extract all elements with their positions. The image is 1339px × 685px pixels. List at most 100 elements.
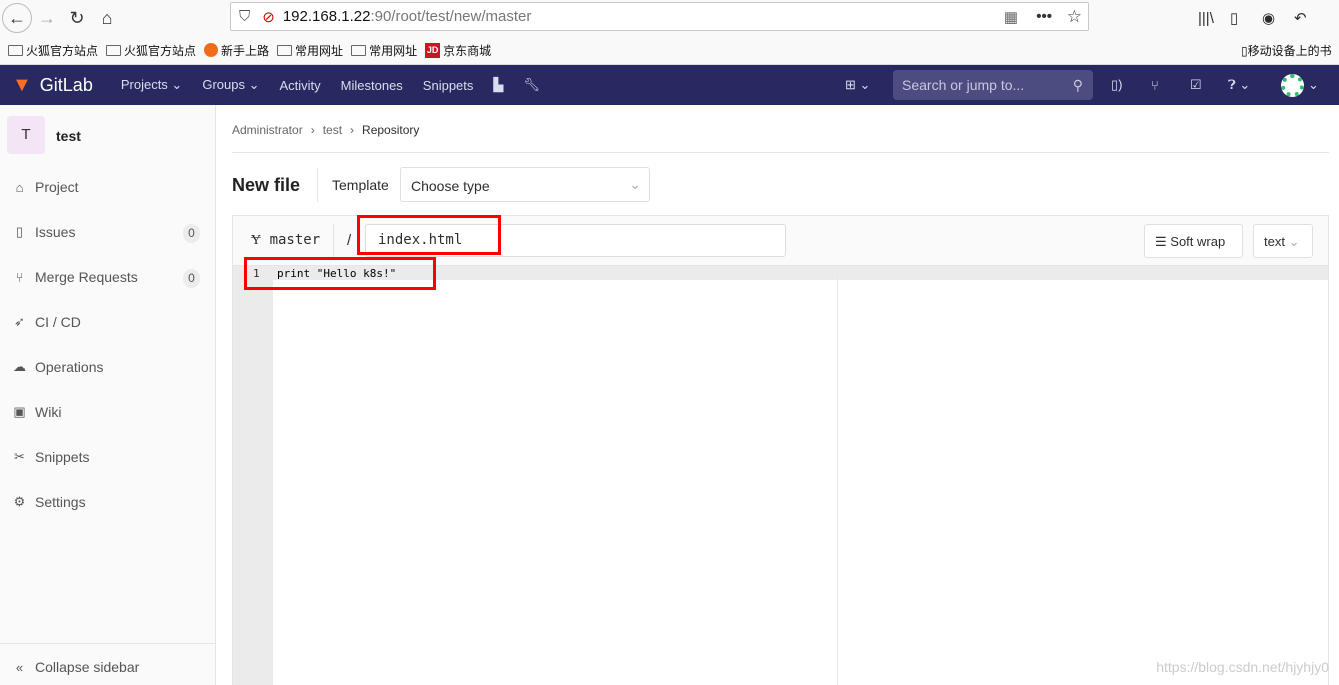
bookmark[interactable]: 新手上路 <box>204 42 269 59</box>
nav-groups[interactable]: Groups ⌄ <box>202 77 259 93</box>
sidebar-item-label: Snippets <box>35 449 90 465</box>
undo-icon[interactable]: ↶ <box>1294 9 1307 27</box>
wrench-icon[interactable]: 🔧︎ <box>523 77 540 93</box>
bookmark-label: 京东商城 <box>443 43 492 58</box>
template-dropdown[interactable]: Choose type ⌄ <box>400 167 650 202</box>
mobile-bookmarks-label: 移动设备上的书 <box>1247 43 1332 58</box>
issues-icon: ▯ <box>15 224 24 239</box>
shield-icon: ⛉ <box>239 8 251 25</box>
insecure-lock-icon: ⊘ <box>262 8 275 26</box>
star-icon[interactable]: ☆ <box>1067 7 1082 27</box>
jd-icon: JD <box>425 42 441 58</box>
home-button[interactable]: ⌂ <box>92 3 122 33</box>
home-icon: ⌂ <box>15 179 24 195</box>
sidebar-item-label: Issues <box>35 224 76 240</box>
sidebar-item-merge-requests[interactable]: ⑂ Merge Requests <box>12 269 138 285</box>
search-input[interactable]: Search or jump to... ⚲ <box>893 70 1093 100</box>
search-icon: ⚲ <box>1072 77 1083 93</box>
bookmark[interactable]: 火狐官方站点 <box>8 42 98 59</box>
scissors-icon: ✂ <box>14 449 25 464</box>
bookmark-label: 火狐官方站点 <box>26 43 99 58</box>
nav-activity[interactable]: Activity <box>279 78 320 93</box>
sidebar-item-label: Settings <box>35 494 86 510</box>
merge-request-icon[interactable]: ⑂ <box>1151 78 1159 93</box>
breadcrumb: Administrator › test › Repository <box>232 123 420 137</box>
reload-button[interactable]: ↻ <box>62 3 92 33</box>
bookmark-label: 常用网址 <box>295 43 344 58</box>
sidebar-item-operations[interactable]: ☁ Operations <box>12 359 103 375</box>
template-label: Template <box>332 177 389 193</box>
nav-snippets[interactable]: Snippets <box>423 78 474 93</box>
firefox-icon <box>204 43 219 57</box>
merge-requests-count-badge: 0 <box>183 269 200 288</box>
sidebar: T test ⌂ Project ▯ Issues 0 ⑂ Merge Request… <box>0 105 216 685</box>
sidebar-item-settings[interactable]: ⚙ Settings <box>12 494 86 510</box>
url-bar[interactable]: ⛉ ⊘ 192.168.1.22:90/root/test/new/master… <box>230 2 1089 31</box>
browser-toolbar: ← → ↻ ⌂ ⛉ ⊘ 192.168.1.22:90/root/test/ne… <box>0 0 1339 36</box>
new-dropdown[interactable]: ⊞ ⌄ <box>845 77 870 93</box>
sidebar-item-label: Operations <box>35 359 104 375</box>
bookmark[interactable]: 常用网址 <box>351 42 417 59</box>
soft-wrap-label: Soft wrap <box>1170 234 1226 249</box>
gear-icon: ⚙ <box>13 494 26 509</box>
highlight-box-code <box>244 257 436 290</box>
breadcrumb-item[interactable]: Administrator <box>232 123 303 137</box>
folder-icon <box>277 44 293 56</box>
back-button[interactable]: ← <box>2 3 32 33</box>
more-icon[interactable]: ••• <box>1036 8 1052 25</box>
qr-code-icon[interactable]: ▦ <box>1004 8 1018 26</box>
collapse-sidebar-button[interactable]: « Collapse sidebar <box>12 659 139 675</box>
mode-value: text <box>1264 234 1285 249</box>
chevron-down-icon: ⌄ <box>1288 234 1300 249</box>
sidebar-item-snippets[interactable]: ✂ Snippets <box>12 449 89 465</box>
nav-milestones[interactable]: Milestones <box>341 78 403 93</box>
watermark: https://blog.csdn.net/hjyhjy0 <box>1156 659 1329 675</box>
breadcrumb-item[interactable]: Repository <box>362 123 419 137</box>
account-icon[interactable]: ◉ <box>1262 9 1275 27</box>
sidebar-item-label: CI / CD <box>35 314 81 330</box>
bookmarks-bar: 火狐官方站点 火狐官方站点 新手上路 常用网址 常用网址 JD 京东商城 ▯移动设… <box>0 36 1339 65</box>
chevron-down-icon[interactable]: ⌄ <box>1308 77 1319 93</box>
sidebar-item-issues[interactable]: ▯ Issues <box>12 224 76 240</box>
todo-icon[interactable]: ☑ <box>1190 77 1202 93</box>
forward-button[interactable]: → <box>32 3 62 33</box>
brand[interactable]: GitLab <box>40 75 93 96</box>
gitlab-logo-icon[interactable]: ▼ <box>12 74 32 97</box>
url-path: :90/root/test/new/master <box>370 8 532 25</box>
bookmark[interactable]: 常用网址 <box>277 42 343 59</box>
sidebar-icon[interactable]: ▯ <box>1230 9 1238 27</box>
mode-dropdown[interactable]: text ⌄ <box>1253 224 1313 258</box>
bookmark-label: 常用网址 <box>369 43 418 58</box>
nav-projects[interactable]: Projects ⌄ <box>121 77 182 93</box>
folder-icon <box>8 44 23 56</box>
nav-label: Groups <box>202 77 245 92</box>
sidebar-item-label: Wiki <box>35 404 62 420</box>
collapse-label: Collapse sidebar <box>35 659 140 675</box>
issues-count-badge: 0 <box>183 224 200 243</box>
nav-label: Projects <box>120 77 168 92</box>
url-host: 192.168.1.22 <box>282 8 371 25</box>
sidebar-item-project[interactable]: ⌂ Project <box>12 179 79 195</box>
cloud-gear-icon: ☁ <box>13 359 26 374</box>
bookmark[interactable]: 火狐官方站点 <box>106 42 196 59</box>
chart-icon[interactable]: ▙ <box>493 77 503 93</box>
sidebar-item-wiki[interactable]: ▣ Wiki <box>12 404 61 420</box>
library-icon[interactable]: |||\ <box>1198 10 1214 27</box>
template-value: Choose type <box>411 178 490 194</box>
sidebar-item-label: Merge Requests <box>35 269 138 285</box>
book-icon: ▣ <box>13 404 26 419</box>
avatar[interactable] <box>1281 74 1304 97</box>
help-icon[interactable]: ❓︎ ⌄ <box>1228 77 1250 93</box>
soft-wrap-button[interactable]: ☰ Soft wrap <box>1144 224 1243 258</box>
chevron-down-icon: ⌄ <box>629 176 641 192</box>
folder-icon <box>106 44 122 56</box>
mobile-bookmarks[interactable]: ▯移动设备上的书 <box>1241 42 1332 59</box>
bookmark[interactable]: JD 京东商城 <box>425 42 491 59</box>
double-chevron-left-icon: « <box>15 659 24 675</box>
sidebar-item-ci-cd[interactable]: ➶ CI / CD <box>12 314 81 330</box>
breadcrumb-item[interactable]: test <box>323 123 342 137</box>
project-name[interactable]: test <box>56 128 81 144</box>
issues-icon[interactable]: ▯) <box>1111 77 1122 93</box>
branch-icon: Ɏ <box>251 232 262 248</box>
project-avatar[interactable]: T <box>7 116 45 154</box>
